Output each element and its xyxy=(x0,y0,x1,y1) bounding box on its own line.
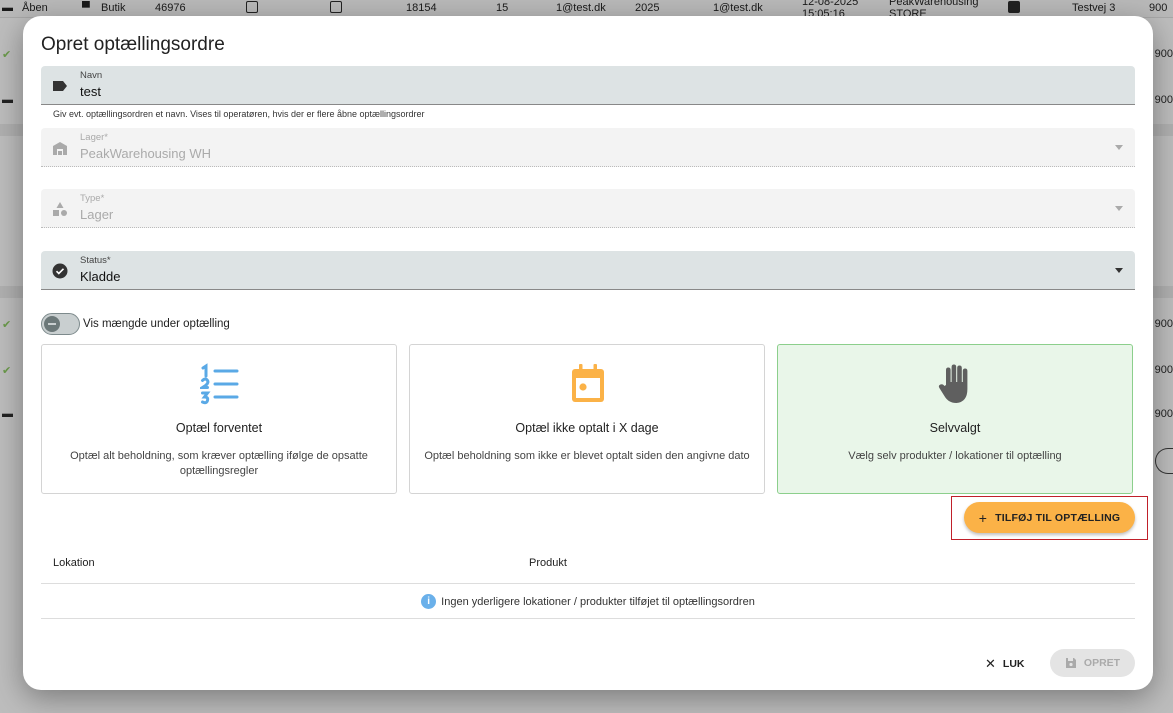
calendar-icon xyxy=(572,364,604,402)
type-select: Type* Lager xyxy=(41,189,1135,228)
close-button[interactable]: ✕ LUK xyxy=(985,650,1025,678)
status-value: Kladde xyxy=(80,269,121,284)
name-label: Navn xyxy=(80,70,103,81)
save-icon xyxy=(1065,658,1076,668)
hand-icon xyxy=(938,364,968,403)
create-button: OPRET xyxy=(1050,649,1135,677)
card-self-selected[interactable]: Selvvalgt Vælg selv produkter / lokation… xyxy=(777,344,1133,494)
chevron-down-icon xyxy=(1115,145,1123,150)
column-header-location[interactable]: Lokation xyxy=(53,557,95,569)
toggle-knob xyxy=(44,316,60,332)
create-label: OPRET xyxy=(1083,657,1121,669)
add-to-count-label: TILFØJ TIL OPTÆLLING xyxy=(995,511,1121,524)
label-icon xyxy=(53,81,67,91)
card-description: Vælg selv produkter / lokationer til opt… xyxy=(848,450,1062,462)
warehouse-select: Lager* PeakWarehousing WH xyxy=(41,128,1135,167)
name-input[interactable]: test xyxy=(80,84,101,99)
plus-icon: + xyxy=(978,509,988,526)
card-count-not-counted[interactable]: Optæl ikke optalt i X dage Optæl beholdn… xyxy=(409,344,765,494)
warehouse-icon xyxy=(53,142,67,155)
close-icon: ✕ xyxy=(985,656,996,671)
show-quantity-toggle[interactable] xyxy=(41,313,80,335)
empty-message: Ingen yderligere lokationer / produkter … xyxy=(441,595,755,608)
card-title: Optæl forventet xyxy=(175,421,263,435)
dialog-title: Opret optællingsordre xyxy=(41,34,225,55)
chevron-down-icon xyxy=(1115,206,1123,211)
card-title: Optæl ikke optalt i X dage xyxy=(515,421,659,435)
numbered-list-icon xyxy=(200,363,239,405)
show-quantity-label: Vis mængde under optælling xyxy=(83,318,230,330)
status-select[interactable]: Status* Kladde xyxy=(41,251,1135,290)
close-label: LUK xyxy=(1002,658,1025,670)
type-label: Type* xyxy=(80,193,105,204)
card-description: Optæl beholdning som ikke er blevet opta… xyxy=(424,450,750,462)
card-title: Selvvalgt xyxy=(929,421,981,435)
column-header-product[interactable]: Produkt xyxy=(529,557,567,569)
info-icon: i xyxy=(421,594,437,609)
table-empty-row: i Ingen yderligere lokationer / produkte… xyxy=(41,585,1135,619)
card-count-expected[interactable]: Optæl forventet Optæl alt beholdning, so… xyxy=(41,344,397,494)
name-helper-text: Giv evt. optællingsordren et navn. Vises… xyxy=(53,109,425,119)
create-count-order-dialog: Opret optællingsordre Navn test Giv evt.… xyxy=(23,16,1153,690)
shapes-icon xyxy=(53,202,67,216)
warehouse-label: Lager* xyxy=(80,132,108,143)
card-description: Optæl alt beholdning, som kræver optælli… xyxy=(70,450,368,477)
table-header: Lokation Produkt xyxy=(41,546,1135,584)
type-value: Lager xyxy=(80,207,114,222)
check-circle-icon xyxy=(52,263,68,279)
add-to-count-button[interactable]: + TILFØJ TIL OPTÆLLING xyxy=(964,502,1135,533)
warehouse-value: PeakWarehousing WH xyxy=(80,146,212,161)
name-field[interactable]: Navn test xyxy=(41,66,1135,105)
chevron-down-icon[interactable] xyxy=(1115,268,1123,273)
status-label: Status* xyxy=(80,255,111,266)
